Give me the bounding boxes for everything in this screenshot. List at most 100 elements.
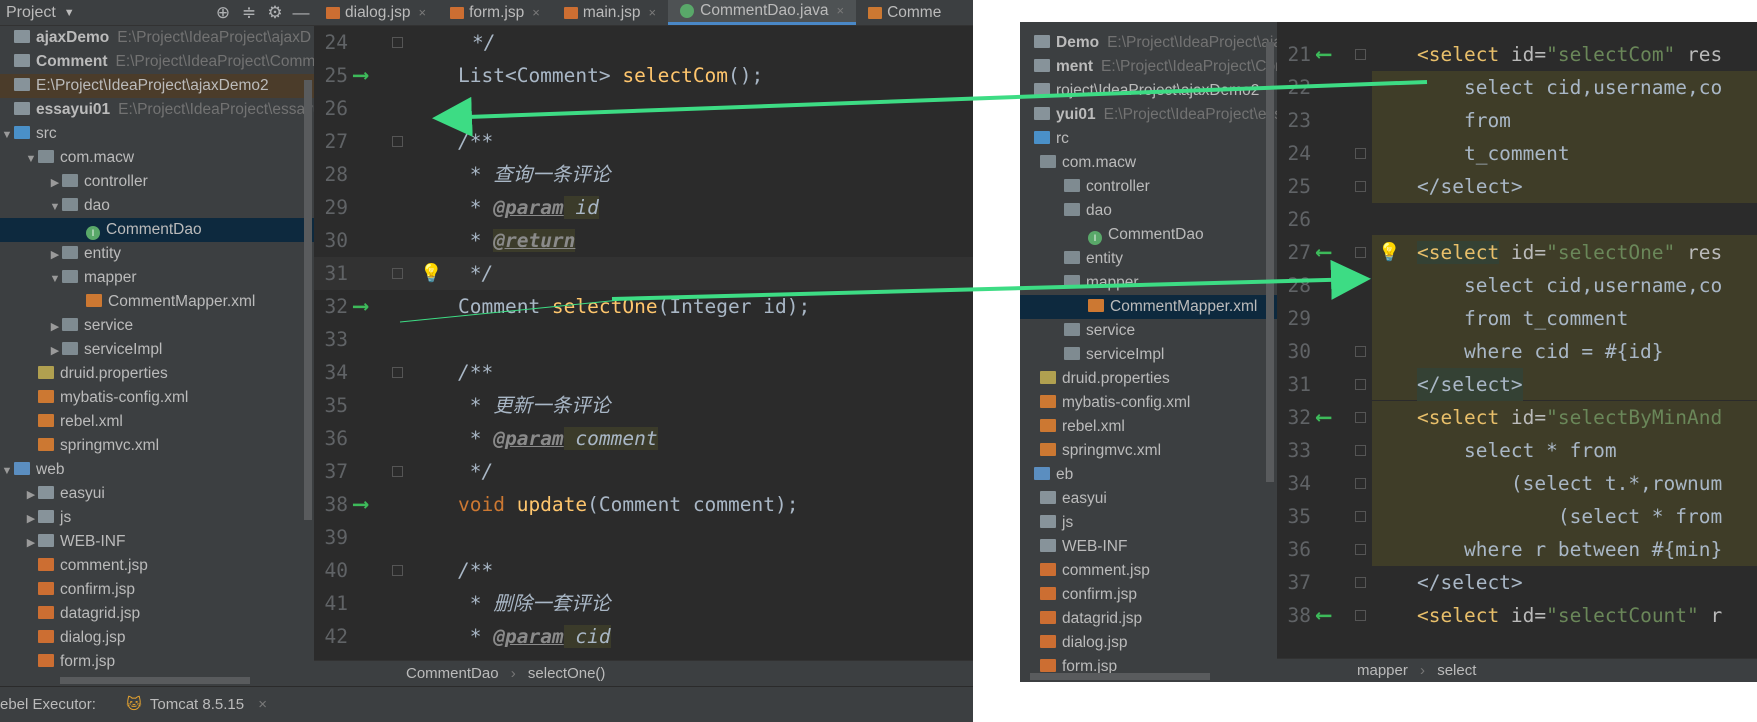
tree-item[interactable]: ▶ WEB-INF xyxy=(0,530,314,554)
code-lines[interactable]: 21 ⟵ <select id="selectCom" res 22 select … xyxy=(1277,38,1757,632)
chevron-right-icon[interactable]: ▶ xyxy=(48,315,62,339)
tree-item[interactable]: easyui xyxy=(1020,487,1277,511)
tree-scrollbar[interactable] xyxy=(1266,42,1274,482)
fold-marker[interactable] xyxy=(392,466,403,477)
implementation-arrow-icon[interactable]: ⟶ xyxy=(354,488,367,521)
tree-item[interactable]: js xyxy=(1020,511,1277,535)
tree-item[interactable]: Demo E:\Project\IdeaProject\ajaxD xyxy=(1020,31,1277,55)
project-view-selector[interactable]: Project xyxy=(6,4,56,22)
tree-item[interactable]: E:\Project\IdeaProject\ajaxDemo2 xyxy=(0,74,314,98)
tree-item[interactable]: ▼ web xyxy=(0,458,314,482)
tree-item[interactable]: dialog.jsp xyxy=(1020,631,1277,655)
fold-marker[interactable] xyxy=(1355,379,1366,390)
close-icon[interactable]: × xyxy=(649,0,657,26)
tree-item[interactable]: datagrid.jsp xyxy=(1020,607,1277,631)
tree-item[interactable]: Comment E:\Project\IdeaProject\Comm xyxy=(0,50,314,74)
tree-item[interactable]: comment.jsp xyxy=(0,554,314,578)
tree-item[interactable]: rebel.xml xyxy=(1020,415,1277,439)
tree-item[interactable]: essayui01 E:\Project\IdeaProject\essayu xyxy=(0,98,314,122)
close-icon[interactable]: × xyxy=(419,0,427,26)
chevron-down-icon[interactable]: ▼ xyxy=(24,147,38,171)
fold-marker[interactable] xyxy=(392,565,403,576)
tree-item[interactable]: ▶ entity xyxy=(0,242,314,266)
tree-item[interactable]: ▼ com.macw xyxy=(0,146,314,170)
tree-item[interactable]: confirm.jsp xyxy=(0,578,314,602)
implemented-arrow-icon[interactable]: ⟵ xyxy=(1317,236,1330,269)
tree-item[interactable]: rebel.xml xyxy=(0,410,314,434)
tree-item[interactable]: entity xyxy=(1020,247,1277,271)
tree-h-scrollbar[interactable] xyxy=(1030,673,1210,680)
implementation-arrow-icon[interactable]: ⟶ xyxy=(354,59,367,92)
tree-item[interactable]: ▶ controller xyxy=(0,170,314,194)
implemented-arrow-icon[interactable]: ⟵ xyxy=(1317,599,1330,632)
tree-item[interactable]: roject\IdeaProject\ajaxDemo2 xyxy=(1020,79,1277,103)
fold-marker[interactable] xyxy=(1355,148,1366,159)
fold-marker[interactable] xyxy=(1355,511,1366,522)
close-icon[interactable]: × xyxy=(532,0,540,26)
tree-item[interactable]: ▶ service xyxy=(0,314,314,338)
fold-marker[interactable] xyxy=(1355,478,1366,489)
tab-commentmapper-xml[interactable]: Comme xyxy=(856,0,953,25)
tree-item[interactable]: druid.properties xyxy=(1020,367,1277,391)
tab-main-jsp[interactable]: main.jsp × xyxy=(552,0,668,25)
crosshair-icon[interactable]: ⊕ xyxy=(210,3,236,23)
tomcat-tab[interactable]: Tomcat 8.5.15 xyxy=(150,696,244,713)
tree-item[interactable]: ▶ serviceImpl xyxy=(0,338,314,362)
close-icon[interactable]: × xyxy=(258,696,267,713)
gear-icon[interactable]: ⚙ xyxy=(262,3,288,23)
tree-item[interactable]: com.macw xyxy=(1020,151,1277,175)
tree-item[interactable]: dao xyxy=(1020,199,1277,223)
close-icon[interactable]: × xyxy=(836,0,844,24)
tree-scrollbar[interactable] xyxy=(304,80,312,520)
tree-item[interactable]: service xyxy=(1020,319,1277,343)
collapse-icon[interactable]: ≑ xyxy=(236,3,262,23)
tab-dialog-jsp[interactable]: dialog.jsp × xyxy=(314,0,438,25)
fold-marker[interactable] xyxy=(1355,412,1366,423)
tree-item[interactable]: eb xyxy=(1020,463,1277,487)
tab-commentdao-java[interactable]: CommentDao.java × xyxy=(668,0,857,25)
tree-item[interactable]: datagrid.jsp xyxy=(0,602,314,626)
tree-item[interactable]: springmvc.xml xyxy=(1020,439,1277,463)
tree-item[interactable]: ▶ js xyxy=(0,506,314,530)
chevron-right-icon[interactable]: ▶ xyxy=(48,171,62,195)
tree-item[interactable]: druid.properties xyxy=(0,362,314,386)
chevron-down-icon[interactable]: ▼ xyxy=(64,7,75,19)
chevron-right-icon[interactable]: ▶ xyxy=(48,339,62,363)
fold-marker[interactable] xyxy=(392,136,403,147)
tree-item[interactable]: CommentMapper.xml xyxy=(0,290,314,314)
tree-item[interactable]: form.jsp xyxy=(0,650,314,674)
tree-item[interactable]: ▼ dao xyxy=(0,194,314,218)
chevron-right-icon[interactable]: ▶ xyxy=(24,507,38,531)
fold-marker[interactable] xyxy=(392,268,403,279)
chevron-down-icon[interactable]: ▼ xyxy=(0,123,14,147)
tree-item[interactable]: dialog.jsp xyxy=(0,626,314,650)
tree-item[interactable]: serviceImpl xyxy=(1020,343,1277,367)
lightbulb-icon[interactable]: 💡 xyxy=(420,257,442,290)
tree-item[interactable]: I CommentDao xyxy=(1020,223,1277,247)
breadcrumb-class[interactable]: CommentDao xyxy=(406,665,499,682)
tab-form-jsp[interactable]: form.jsp × xyxy=(438,0,552,25)
tree-item[interactable]: CommentMapper.xml xyxy=(1020,295,1277,319)
fold-marker[interactable] xyxy=(1355,445,1366,456)
chevron-right-icon[interactable]: ▶ xyxy=(48,243,62,267)
code-lines[interactable]: 24 */ 25 ⟶ List<Comment> selectCom(); 26 27… xyxy=(314,26,973,653)
tree-item[interactable]: ▼ src xyxy=(0,122,314,146)
tree-item[interactable]: ▶ easyui xyxy=(0,482,314,506)
chevron-right-icon[interactable]: ▶ xyxy=(24,531,38,555)
fold-marker[interactable] xyxy=(1355,181,1366,192)
breadcrumb-select[interactable]: select xyxy=(1437,662,1476,679)
fold-marker[interactable] xyxy=(392,37,403,48)
tree-item[interactable]: springmvc.xml xyxy=(0,434,314,458)
implementation-arrow-icon[interactable]: ⟶ xyxy=(354,290,367,323)
tree-item[interactable]: mapper xyxy=(1020,271,1277,295)
minimize-icon[interactable]: — xyxy=(288,3,314,23)
fold-marker[interactable] xyxy=(1355,610,1366,621)
fold-marker[interactable] xyxy=(1355,544,1366,555)
tree-item[interactable]: yui01 E:\Project\IdeaProject\essayu xyxy=(1020,103,1277,127)
tree-item[interactable]: ▼ mapper xyxy=(0,266,314,290)
lightbulb-icon[interactable]: 💡 xyxy=(1378,236,1400,269)
chevron-down-icon[interactable]: ▼ xyxy=(0,459,14,483)
tree-item[interactable]: mybatis-config.xml xyxy=(0,386,314,410)
tree-item[interactable]: comment.jsp xyxy=(1020,559,1277,583)
tree-item[interactable]: WEB-INF xyxy=(1020,535,1277,559)
